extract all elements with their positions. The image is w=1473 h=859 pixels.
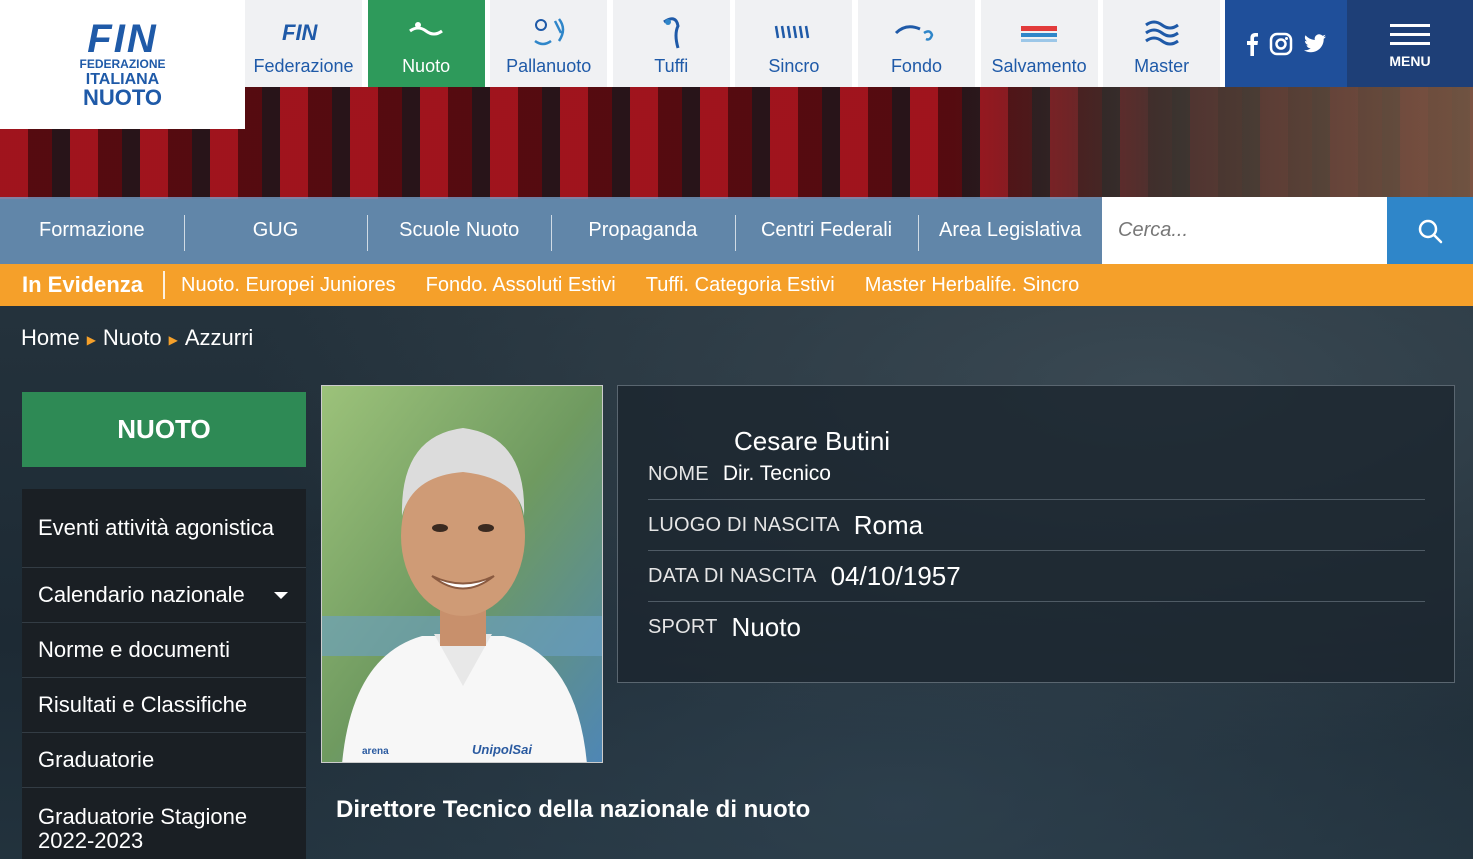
profile-photo: UnipolSai arena bbox=[321, 385, 603, 763]
tab-label: Pallanuoto bbox=[506, 56, 592, 76]
sidebar-item-graduatorie[interactable]: Graduatorie bbox=[22, 733, 306, 788]
evidenza-link[interactable]: Fondo. Assoluti Estivi bbox=[411, 274, 631, 297]
tab-tuffi[interactable]: Tuffi bbox=[612, 0, 730, 87]
search-button[interactable] bbox=[1387, 197, 1473, 264]
tab-label: Federazione bbox=[253, 56, 354, 76]
nav-propaganda[interactable]: Propaganda bbox=[551, 215, 735, 251]
tab-label: Master bbox=[1134, 56, 1190, 76]
social-links bbox=[1225, 0, 1347, 87]
luogo-label: LUOGO DI NASCITA bbox=[648, 514, 840, 536]
tab-label: Salvamento bbox=[991, 56, 1087, 76]
facebook-icon[interactable] bbox=[1245, 32, 1259, 56]
secondary-nav: Formazione GUG Scuole Nuoto Propaganda C… bbox=[0, 197, 1102, 264]
profile-name: Cesare Butini bbox=[734, 426, 891, 456]
chevron-down-icon[interactable] bbox=[274, 591, 288, 599]
fin-icon: FIN bbox=[280, 14, 328, 50]
menu-button[interactable]: MENU bbox=[1347, 0, 1473, 87]
search-input[interactable] bbox=[1118, 219, 1368, 242]
search-icon bbox=[1418, 219, 1443, 243]
logo-line-1: FEDERAZIONE bbox=[79, 56, 166, 71]
twitter-icon[interactable] bbox=[1303, 33, 1327, 55]
sidebar-item-label: Risultati e Classifiche bbox=[38, 692, 248, 717]
nav-gug[interactable]: GUG bbox=[183, 215, 368, 251]
sport-row: SPORT Nuoto bbox=[648, 612, 1425, 643]
tab-sincro[interactable]: Sincro bbox=[735, 0, 853, 87]
breadcrumb-nuoto[interactable]: Nuoto bbox=[103, 325, 162, 351]
tab-label: Sincro bbox=[768, 56, 820, 76]
breadcrumb-separator-icon: ▶ bbox=[168, 333, 178, 347]
svg-text:UnipolSai: UnipolSai bbox=[472, 742, 532, 757]
nome-row: NOME Dir. Tecnico bbox=[648, 462, 1425, 486]
nome-label: NOME bbox=[648, 462, 709, 485]
fin-logo[interactable]: FIN FEDERAZIONE ITALIANA NUOTO bbox=[0, 0, 245, 129]
tab-federazione[interactable]: FIN Federazione bbox=[245, 0, 362, 87]
logo-brand: FIN bbox=[87, 16, 158, 61]
evidenza-link[interactable]: Master Herbalife. Sincro bbox=[850, 274, 1095, 297]
nav-scuole-nuoto[interactable]: Scuole Nuoto bbox=[367, 215, 551, 251]
svg-text:arena: arena bbox=[362, 746, 389, 757]
nav-area-legislativa[interactable]: Area Legislativa bbox=[918, 215, 1102, 251]
data-label: DATA DI NASCITA bbox=[648, 565, 817, 587]
divider bbox=[648, 601, 1425, 602]
sidebar-item-label: Graduatorie Stagione 2022-2023 bbox=[38, 803, 248, 853]
sidebar-title: NUOTO bbox=[22, 392, 306, 467]
sport-value: Nuoto bbox=[731, 612, 801, 642]
sidebar-item-risultati[interactable]: Risultati e Classifiche bbox=[22, 678, 306, 733]
logo-line-3: NUOTO bbox=[82, 84, 163, 110]
hamburger-icon bbox=[1390, 18, 1430, 51]
tab-pallanuoto[interactable]: Pallanuoto bbox=[490, 0, 608, 87]
menu-label: MENU bbox=[1389, 53, 1431, 69]
instagram-icon[interactable] bbox=[1269, 32, 1293, 56]
open-water-icon bbox=[894, 14, 938, 50]
evidenza-link[interactable]: Nuoto. Europei Juniores bbox=[165, 274, 411, 297]
swimmer-icon bbox=[406, 14, 446, 50]
tab-nuoto[interactable]: Nuoto bbox=[367, 0, 485, 87]
sidebar-menu: Eventi attività agonistica Calendario na… bbox=[22, 489, 306, 859]
master-waves-icon bbox=[1142, 14, 1182, 50]
sidebar-item-norme[interactable]: Norme e documenti bbox=[22, 623, 306, 678]
sidebar-item-graduatorie-stagione[interactable]: Graduatorie Stagione 2022-2023 bbox=[22, 788, 306, 859]
tab-salvamento[interactable]: Salvamento bbox=[980, 0, 1098, 87]
data-value: 04/10/1957 bbox=[830, 561, 961, 591]
sport-tabs: FIN Federazione Nuoto Pallanuoto Tuffi S… bbox=[245, 0, 1226, 87]
breadcrumb: Home ▶ Nuoto ▶ Azzurri bbox=[21, 325, 253, 351]
profile-role: Dir. Tecnico bbox=[722, 462, 831, 485]
sidebar-item-label: Eventi attività agonistica bbox=[38, 515, 275, 540]
search-box bbox=[1102, 197, 1387, 264]
divider bbox=[648, 550, 1425, 551]
profile-name-row: Cesare Butini bbox=[734, 426, 1473, 457]
sidebar-item-eventi[interactable]: Eventi attività agonistica bbox=[22, 489, 306, 568]
svg-text:FIN: FIN bbox=[282, 21, 319, 43]
in-evidenza-title: In Evidenza bbox=[0, 271, 166, 299]
tab-label: Tuffi bbox=[654, 56, 689, 76]
tab-label: Fondo bbox=[890, 56, 942, 76]
sidebar-item-label: Graduatorie bbox=[38, 747, 155, 772]
profile-caption: Direttore Tecnico della nazionale di nuo… bbox=[336, 796, 811, 823]
tab-fondo[interactable]: Fondo bbox=[857, 0, 975, 87]
diving-icon bbox=[656, 14, 686, 50]
sport-label: SPORT bbox=[648, 616, 718, 638]
water-polo-icon bbox=[529, 14, 569, 50]
in-evidenza-bar: In Evidenza Nuoto. Europei Juniores Fond… bbox=[0, 264, 1473, 306]
sidebar-item-calendario[interactable]: Calendario nazionale bbox=[22, 568, 306, 623]
luogo-row: LUOGO DI NASCITA Roma bbox=[648, 510, 1425, 541]
profile-info-card: Cesare Butini NOME Dir. Tecnico LUOGO DI… bbox=[617, 385, 1455, 683]
nav-formazione[interactable]: Formazione bbox=[0, 219, 184, 242]
nav-centri-federali[interactable]: Centri Federali bbox=[734, 215, 919, 251]
sidebar-item-label: Calendario nazionale bbox=[38, 582, 245, 607]
breadcrumb-home[interactable]: Home bbox=[21, 325, 80, 351]
tab-label: Nuoto bbox=[402, 56, 451, 76]
sidebar-item-label: Norme e documenti bbox=[38, 637, 230, 662]
synchro-icon bbox=[772, 14, 816, 50]
evidenza-link[interactable]: Tuffi. Categoria Estivi bbox=[631, 274, 850, 297]
breadcrumb-azzurri: Azzurri bbox=[184, 325, 254, 350]
divider bbox=[648, 499, 1425, 500]
data-row: DATA DI NASCITA 04/10/1957 bbox=[648, 561, 1425, 592]
breadcrumb-separator-icon: ▶ bbox=[86, 333, 96, 347]
luogo-value: Roma bbox=[853, 510, 924, 540]
tab-master[interactable]: Master bbox=[1103, 0, 1221, 87]
lifesaving-icon bbox=[1017, 14, 1061, 50]
